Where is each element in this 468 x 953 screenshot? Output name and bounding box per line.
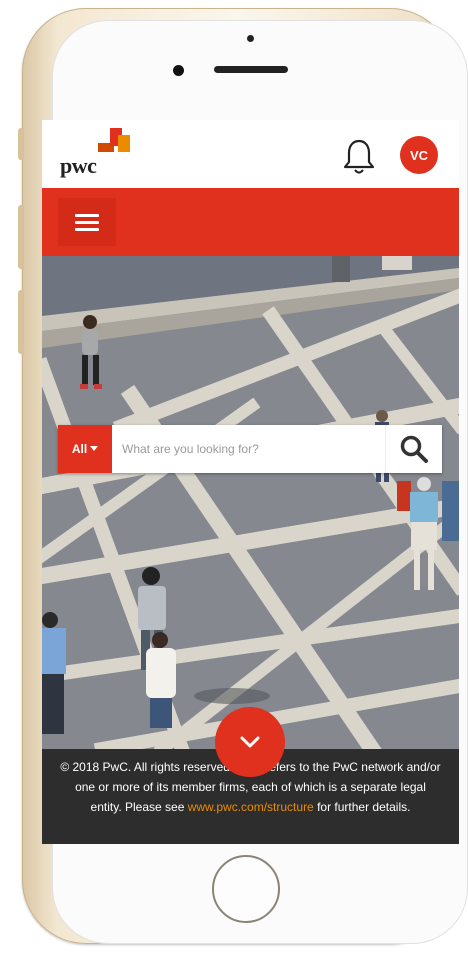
menu-button[interactable] (58, 198, 116, 246)
chevron-down-icon (240, 736, 260, 748)
footer-text-end: for further details. (313, 800, 411, 814)
caret-down-icon (90, 446, 99, 451)
volume-up-button (18, 205, 24, 269)
pwc-logo[interactable]: pwc (60, 125, 130, 185)
phone-screen: pwc VC All What are you looking for? © 2… (42, 120, 459, 844)
volume-down-button (18, 290, 24, 354)
structure-link[interactable]: www.pwc.com/structure (188, 800, 314, 814)
search-icon (400, 435, 428, 463)
search-bar: All (58, 425, 442, 473)
bell-icon[interactable] (342, 138, 376, 176)
hero-image (42, 256, 459, 749)
scroll-down-button[interactable] (215, 707, 285, 777)
search-input[interactable] (112, 425, 385, 473)
sensor-dot (247, 35, 254, 42)
mute-switch (18, 128, 24, 160)
search-button[interactable] (385, 425, 442, 473)
user-avatar[interactable]: VC (400, 136, 438, 174)
filter-label: All (71, 442, 88, 456)
nav-bar (42, 188, 459, 256)
front-camera (173, 65, 184, 76)
earpiece-speaker (214, 66, 288, 73)
logo-text: pwc (60, 153, 97, 178)
home-button[interactable] (212, 855, 280, 923)
app-header: pwc VC (42, 120, 459, 188)
hamburger-menu-icon (75, 210, 99, 235)
search-filter-dropdown[interactable]: All (58, 425, 112, 473)
